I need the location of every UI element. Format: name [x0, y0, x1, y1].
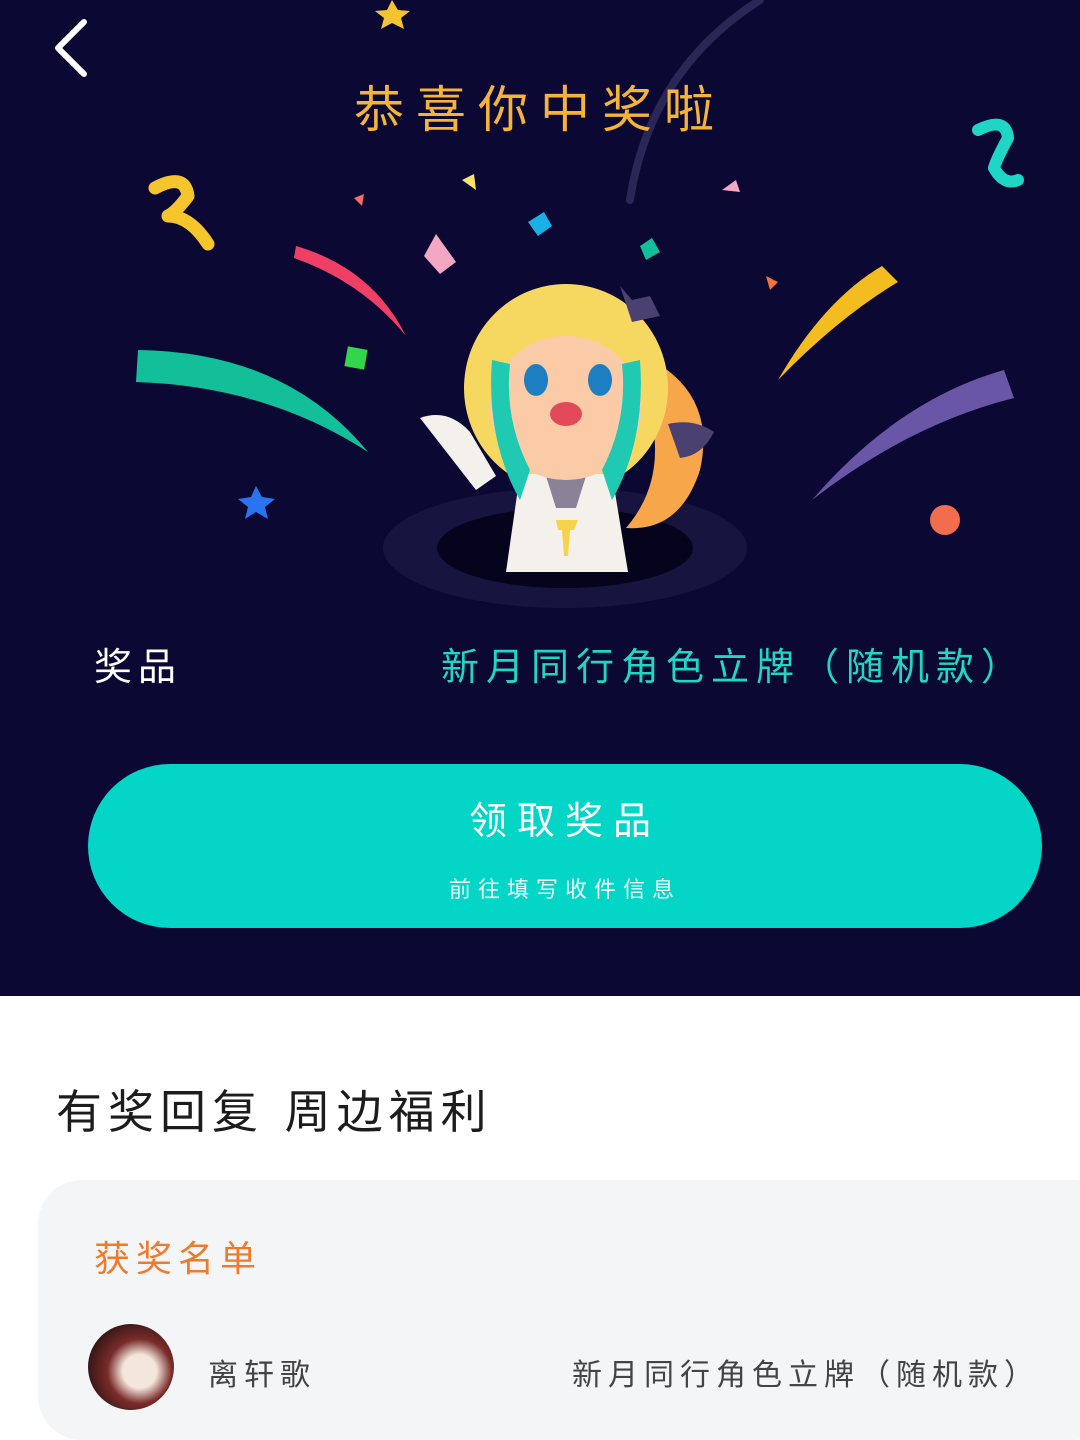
avatar — [88, 1324, 174, 1410]
star-icon — [375, 0, 410, 29]
congrats-headline: 恭喜你中奖啦 — [354, 81, 726, 139]
winner-prize: 新月同行角色立牌（随机款） — [572, 1358, 1040, 1393]
winners-card-title: 获奖名单 — [94, 1239, 263, 1280]
celebration-panel: 恭喜你中奖啦 奖品 新月同行角色立牌（随机款） 领取奖品 前往填写收件信息 — [0, 0, 1080, 996]
winners-card: 获奖名单 离轩歌 新月同行角色立牌（随机款） — [38, 1180, 1080, 1440]
winner-row: 离轩歌 新月同行角色立牌（随机款） — [38, 1320, 1080, 1420]
winner-name: 离轩歌 — [208, 1358, 316, 1393]
prize-name: 新月同行角色立牌（随机款） — [440, 645, 1026, 689]
claim-prize-button[interactable]: 领取奖品 前往填写收件信息 — [88, 764, 1042, 928]
claim-button-title: 领取奖品 — [468, 799, 661, 843]
prize-label: 奖品 — [94, 645, 183, 689]
star-icon — [238, 486, 275, 519]
section-title: 有奖回复 周边福利 — [56, 1085, 493, 1139]
claim-button-subtitle: 前往填写收件信息 — [448, 878, 681, 903]
